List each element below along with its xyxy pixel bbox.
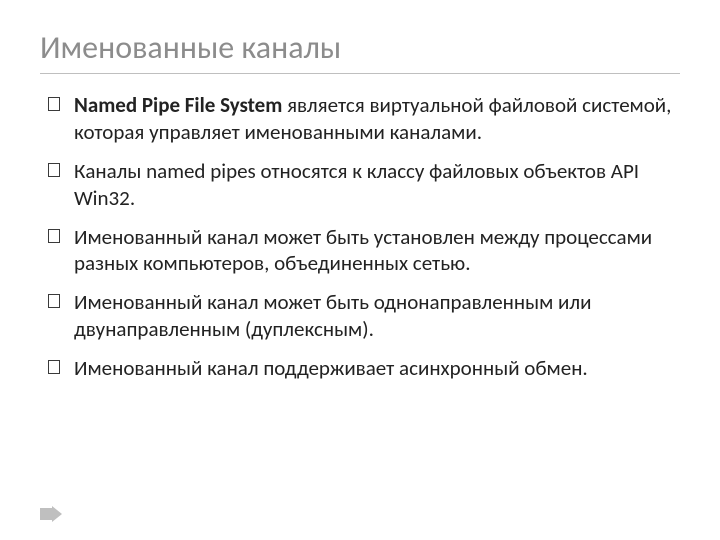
- bullet-text: Именованный канал может быть однонаправл…: [74, 289, 591, 342]
- bullet-bold: Named Pipe File System: [74, 92, 282, 118]
- list-item: Каналы named pipes относятся к классу фа…: [48, 158, 674, 212]
- list-item: Именованный канал поддерживает асинхронн…: [48, 355, 674, 382]
- footer-arrow-icon: [40, 506, 62, 522]
- bullet-list: Named Pipe File System является виртуаль…: [48, 92, 674, 382]
- list-item: Именованный канал может быть установлен …: [48, 224, 674, 278]
- bullet-icon: [48, 360, 60, 374]
- list-item: Named Pipe File System является виртуаль…: [48, 92, 674, 146]
- bullet-icon: [48, 294, 60, 308]
- bullet-icon: [48, 229, 60, 243]
- bullet-text: Именованный канал может быть установлен …: [74, 224, 652, 277]
- bullet-icon: [48, 97, 60, 111]
- slide-title: Именованные каналы: [40, 28, 680, 74]
- slide: Именованные каналы Named Pipe File Syste…: [0, 0, 720, 540]
- list-item: Именованный канал может быть однонаправл…: [48, 289, 674, 343]
- bullet-text: Каналы named pipes относятся к классу фа…: [74, 158, 639, 211]
- bullet-text: Именованный канал поддерживает асинхронн…: [74, 355, 588, 381]
- bullet-icon: [48, 163, 60, 177]
